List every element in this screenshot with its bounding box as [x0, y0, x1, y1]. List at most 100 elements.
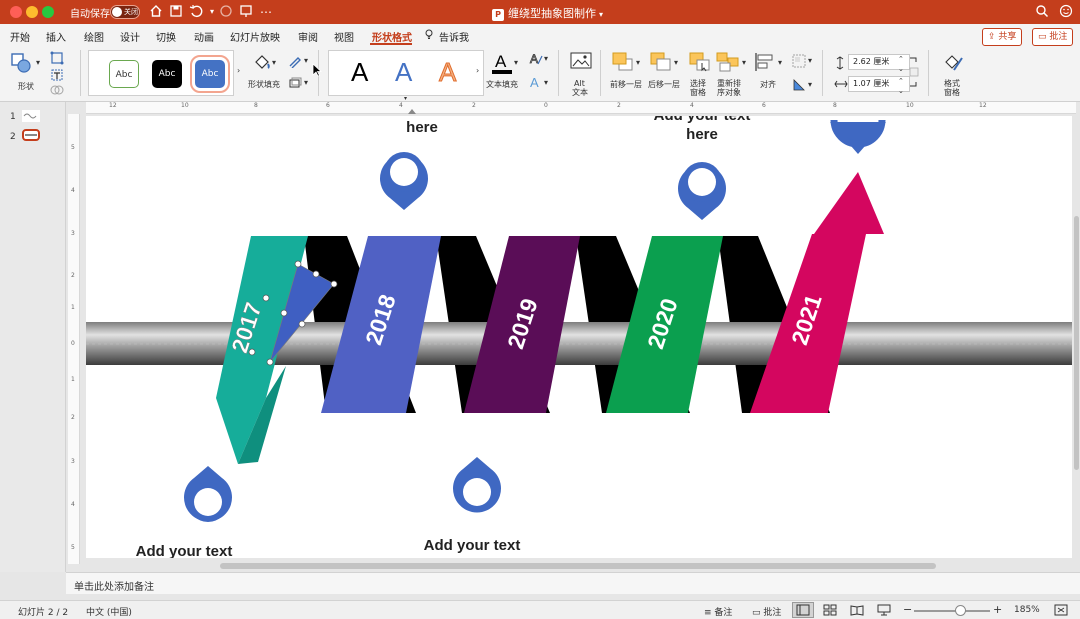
location-pin-icon[interactable] — [678, 162, 726, 220]
selection-handle[interactable] — [312, 270, 320, 278]
alt-text-label-2[interactable]: 文本 — [572, 88, 588, 98]
rotate-dropdown-icon[interactable]: ▾ — [808, 80, 812, 90]
undo-icon[interactable] — [188, 4, 204, 20]
shape-style-black[interactable]: Abc — [152, 60, 182, 88]
edit-shape-icon[interactable] — [50, 51, 64, 68]
reading-view-icon[interactable] — [850, 604, 864, 619]
reorder-objects-icon[interactable] — [716, 52, 740, 75]
location-pin-icon[interactable] — [184, 466, 232, 522]
fit-to-window-icon[interactable] — [1054, 604, 1068, 619]
home-icon[interactable] — [148, 4, 164, 20]
shape-outline-icon[interactable] — [288, 54, 302, 71]
window-minimize-button[interactable] — [26, 6, 38, 18]
normal-view-button[interactable] — [792, 602, 814, 618]
redo-icon[interactable] — [218, 4, 234, 20]
send-backward-dropdown-icon[interactable]: ▾ — [674, 58, 678, 68]
slide-thumbnail-1[interactable] — [22, 110, 40, 122]
bring-forward-label[interactable]: 前移一层 — [610, 80, 642, 90]
zoom-slider-track[interactable] — [914, 610, 990, 612]
window-close-button[interactable] — [10, 6, 22, 18]
text-box-icon[interactable] — [50, 68, 64, 85]
tell-me-search[interactable]: 告诉我 — [439, 29, 469, 44]
text-outline-icon[interactable]: A — [528, 52, 544, 69]
tab-slideshow[interactable]: 幻灯片放映 — [230, 29, 280, 44]
notes-pane[interactable]: 单击此处添加备注 — [66, 572, 1080, 594]
tab-view[interactable]: 视图 — [334, 29, 354, 44]
slide-sorter-view-icon[interactable] — [823, 604, 837, 619]
search-icon[interactable] — [1034, 4, 1050, 20]
wordart-black[interactable]: A — [351, 57, 368, 88]
shape-effects-icon[interactable] — [288, 76, 302, 93]
tell-me-icon[interactable] — [424, 29, 434, 43]
selection-pane-icon[interactable] — [689, 52, 711, 75]
wordart-blue[interactable]: A — [395, 57, 412, 88]
send-backward-icon[interactable] — [650, 52, 672, 75]
shapes-dropdown-icon[interactable]: ▾ — [36, 58, 40, 68]
present-icon[interactable] — [238, 4, 254, 20]
selection-handle[interactable] — [294, 260, 302, 268]
text-box-2019[interactable]: Add your text — [410, 537, 534, 555]
shape-style-blue[interactable]: Abc — [190, 55, 230, 93]
text-effects-dropdown-icon[interactable]: ▾ — [544, 78, 548, 88]
language-indicator[interactable]: 中文 (中国) — [86, 605, 132, 618]
share-button[interactable]: ⇪ 共享 — [982, 28, 1023, 46]
notes-toggle-button[interactable]: ≡ 备注 — [704, 605, 732, 618]
shape-outline-dropdown-icon[interactable]: ▾ — [304, 56, 308, 66]
zoom-in-button[interactable]: + — [993, 603, 1002, 616]
location-pin-icon[interactable] — [453, 457, 502, 513]
text-box-2017[interactable]: Add your text — [122, 543, 246, 558]
height-stepper-icon[interactable]: ⌃ ⌄ — [898, 54, 904, 74]
tab-review[interactable]: 审阅 — [298, 29, 318, 44]
reorder-dropdown-icon[interactable]: ▾ — [742, 58, 746, 68]
shape-style-outline[interactable]: Abc — [109, 60, 139, 88]
size-dialog-icon[interactable] — [908, 56, 920, 93]
slide-canvas[interactable]: 2017 2018 2019 2020 2021 here here Add y… — [86, 116, 1072, 558]
text-box-2018[interactable]: here — [390, 119, 454, 137]
text-outline-dropdown-icon[interactable]: ▾ — [544, 54, 548, 64]
selection-pane-label-2[interactable]: 窗格 — [690, 88, 706, 98]
align-label[interactable]: 对齐 — [760, 80, 776, 90]
slide-thumbnail-2[interactable] — [22, 129, 40, 141]
wordart-orange[interactable]: A — [438, 57, 456, 88]
format-pane-label-2[interactable]: 窗格 — [944, 88, 960, 98]
selection-handle[interactable] — [266, 358, 274, 366]
comments-button[interactable]: ▭ 批注 — [1032, 28, 1074, 46]
bring-forward-icon[interactable] — [612, 52, 634, 75]
align-dropdown-icon[interactable]: ▾ — [778, 58, 782, 68]
tab-draw[interactable]: 绘图 — [84, 29, 104, 44]
ruler-indent-marker[interactable] — [408, 109, 416, 114]
shape-effects-dropdown-icon[interactable]: ▾ — [304, 78, 308, 88]
send-backward-label[interactable]: 后移一层 — [648, 80, 680, 90]
width-stepper-icon[interactable]: ⌃ ⌄ — [898, 76, 904, 96]
autosave-toggle[interactable]: 关闭 — [110, 5, 140, 19]
gallery-next-icon[interactable]: › — [237, 66, 240, 76]
zoom-out-button[interactable]: − — [903, 603, 912, 616]
zoom-slider-thumb[interactable] — [955, 605, 966, 616]
location-pin-icon[interactable] — [830, 119, 886, 154]
more-icon[interactable]: ⋯ — [258, 4, 274, 20]
group-icon[interactable] — [792, 54, 806, 71]
vertical-scrollbar[interactable] — [1074, 216, 1079, 470]
wordart-next-icon[interactable]: › — [476, 66, 479, 76]
tab-insert[interactable]: 插入 — [46, 29, 66, 44]
shape-fill-label[interactable]: 形状填充 — [248, 80, 280, 90]
merge-shapes-icon[interactable] — [50, 84, 64, 99]
rotate-icon[interactable] — [792, 78, 806, 95]
selection-handle[interactable] — [330, 280, 338, 288]
slideshow-view-icon[interactable] — [877, 604, 891, 619]
reorder-label-2[interactable]: 序对象 — [717, 88, 741, 98]
horizontal-scrollbar[interactable] — [220, 563, 936, 569]
window-maximize-button[interactable] — [42, 6, 54, 18]
shape-fill-dropdown-icon[interactable]: ▾ — [272, 58, 276, 68]
comments-toggle-button[interactable]: ▭ 批注 — [752, 605, 781, 618]
shapes-label[interactable]: 形状 — [18, 82, 34, 92]
text-box-2020-line1[interactable]: Add your text — [638, 116, 766, 125]
save-icon[interactable] — [168, 4, 184, 20]
alt-text-icon[interactable] — [570, 52, 592, 75]
text-box-2020-line2[interactable]: here — [638, 126, 766, 144]
tab-home[interactable]: 开始 — [10, 29, 30, 44]
text-fill-icon[interactable]: A — [490, 50, 514, 79]
format-pane-icon[interactable] — [942, 52, 964, 77]
tab-design[interactable]: 设计 — [120, 29, 140, 44]
smiley-feedback-icon[interactable] — [1058, 4, 1074, 20]
